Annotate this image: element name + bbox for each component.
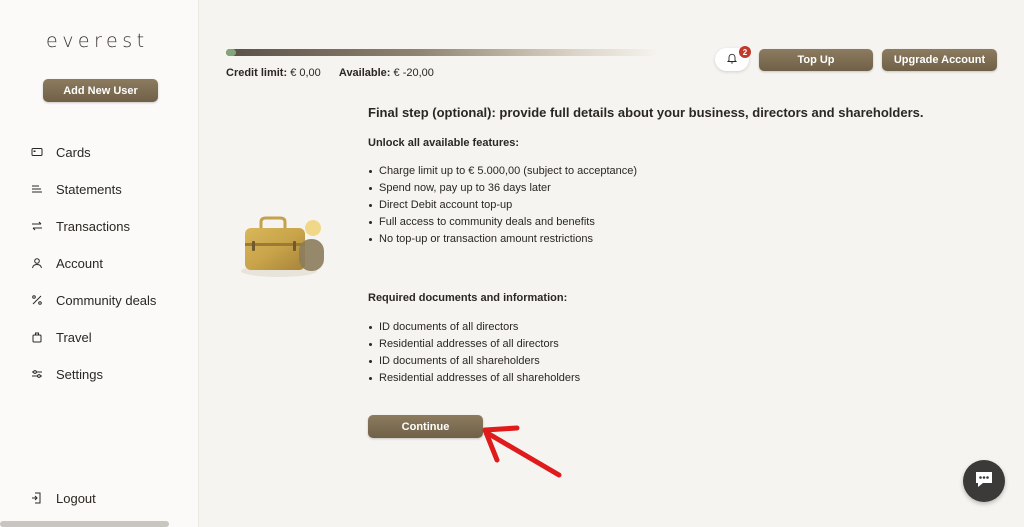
sidebar-item-label: Transactions <box>56 218 130 234</box>
travel-icon <box>30 330 44 344</box>
list-item: Direct Debit account top-up <box>368 197 637 214</box>
logout-button[interactable]: Logout <box>30 491 96 506</box>
list-item: Spend now, pay up to 36 days later <box>368 180 637 197</box>
available-value: € -20,00 <box>393 67 434 79</box>
sidebar-item-community-deals[interactable]: Community deals <box>30 289 156 311</box>
list-item: Residential addresses of all shareholder… <box>368 370 580 387</box>
sidebar-item-label: Travel <box>56 329 92 345</box>
documents-list: ID documents of all directors Residentia… <box>368 319 580 387</box>
briefcase-illustration <box>241 216 324 277</box>
list-item: ID documents of all directors <box>368 319 580 336</box>
credit-limit-value: € 0,00 <box>290 67 321 79</box>
statements-icon <box>30 182 44 196</box>
documents-title: Required documents and information: <box>368 292 568 304</box>
sidebar-item-label: Cards <box>56 144 91 160</box>
available-label: Available: <box>338 67 391 79</box>
list-item: No top-up or transaction amount restrict… <box>368 231 637 248</box>
sidebar-item-statements[interactable]: Statements <box>30 178 122 200</box>
notification-count-badge: 2 <box>739 46 751 58</box>
red-arrow-annotation <box>482 425 562 478</box>
features-list: Charge limit up to € 5.000,00 (subject t… <box>368 163 637 248</box>
credit-progress-fill <box>226 49 236 56</box>
logout-label: Logout <box>56 491 96 506</box>
add-new-user-button[interactable]: Add New User <box>43 79 158 102</box>
continue-button[interactable]: Continue <box>368 415 483 438</box>
settings-icon <box>30 367 44 381</box>
percent-icon <box>30 293 44 307</box>
sidebar-item-cards[interactable]: Cards <box>30 141 91 163</box>
sidebar-item-travel[interactable]: Travel <box>30 326 92 348</box>
list-item: Full access to community deals and benef… <box>368 214 637 231</box>
everest-logo[interactable]: everest <box>46 30 149 52</box>
list-item: ID documents of all shareholders <box>368 353 580 370</box>
page-heading: Final step (optional): provide full deta… <box>368 105 924 120</box>
sidebar-item-transactions[interactable]: Transactions <box>30 215 130 237</box>
sidebar-item-label: Account <box>56 255 103 271</box>
account-icon <box>30 256 44 270</box>
horizontal-scrollbar[interactable] <box>0 521 169 527</box>
credit-limit-label: Credit limit: <box>226 67 288 79</box>
list-item: Charge limit up to € 5.000,00 (subject t… <box>368 163 637 180</box>
main-content: Credit limit: € 0,00 Available: € -20,00… <box>199 0 1024 527</box>
credit-progress-bar <box>226 49 656 56</box>
transactions-icon <box>30 219 44 233</box>
credit-summary: Credit limit: € 0,00 Available: € -20,00 <box>226 67 434 79</box>
bell-icon <box>726 51 738 69</box>
sidebar: everest Add New User Cards Statements Tr… <box>0 0 199 527</box>
list-item: Residential addresses of all directors <box>368 336 580 353</box>
sidebar-item-account[interactable]: Account <box>30 252 103 274</box>
sidebar-item-label: Community deals <box>56 292 157 308</box>
features-title: Unlock all available features: <box>368 137 520 149</box>
sidebar-item-label: Statements <box>56 181 122 197</box>
card-icon <box>30 145 44 159</box>
sidebar-item-settings[interactable]: Settings <box>30 363 103 385</box>
chat-bubble-icon <box>972 467 996 496</box>
upgrade-account-button[interactable]: Upgrade Account <box>882 49 997 71</box>
logout-icon <box>30 492 44 506</box>
chat-support-button[interactable] <box>963 460 1005 502</box>
top-up-button[interactable]: Top Up <box>759 49 873 71</box>
sidebar-item-label: Settings <box>56 366 103 382</box>
